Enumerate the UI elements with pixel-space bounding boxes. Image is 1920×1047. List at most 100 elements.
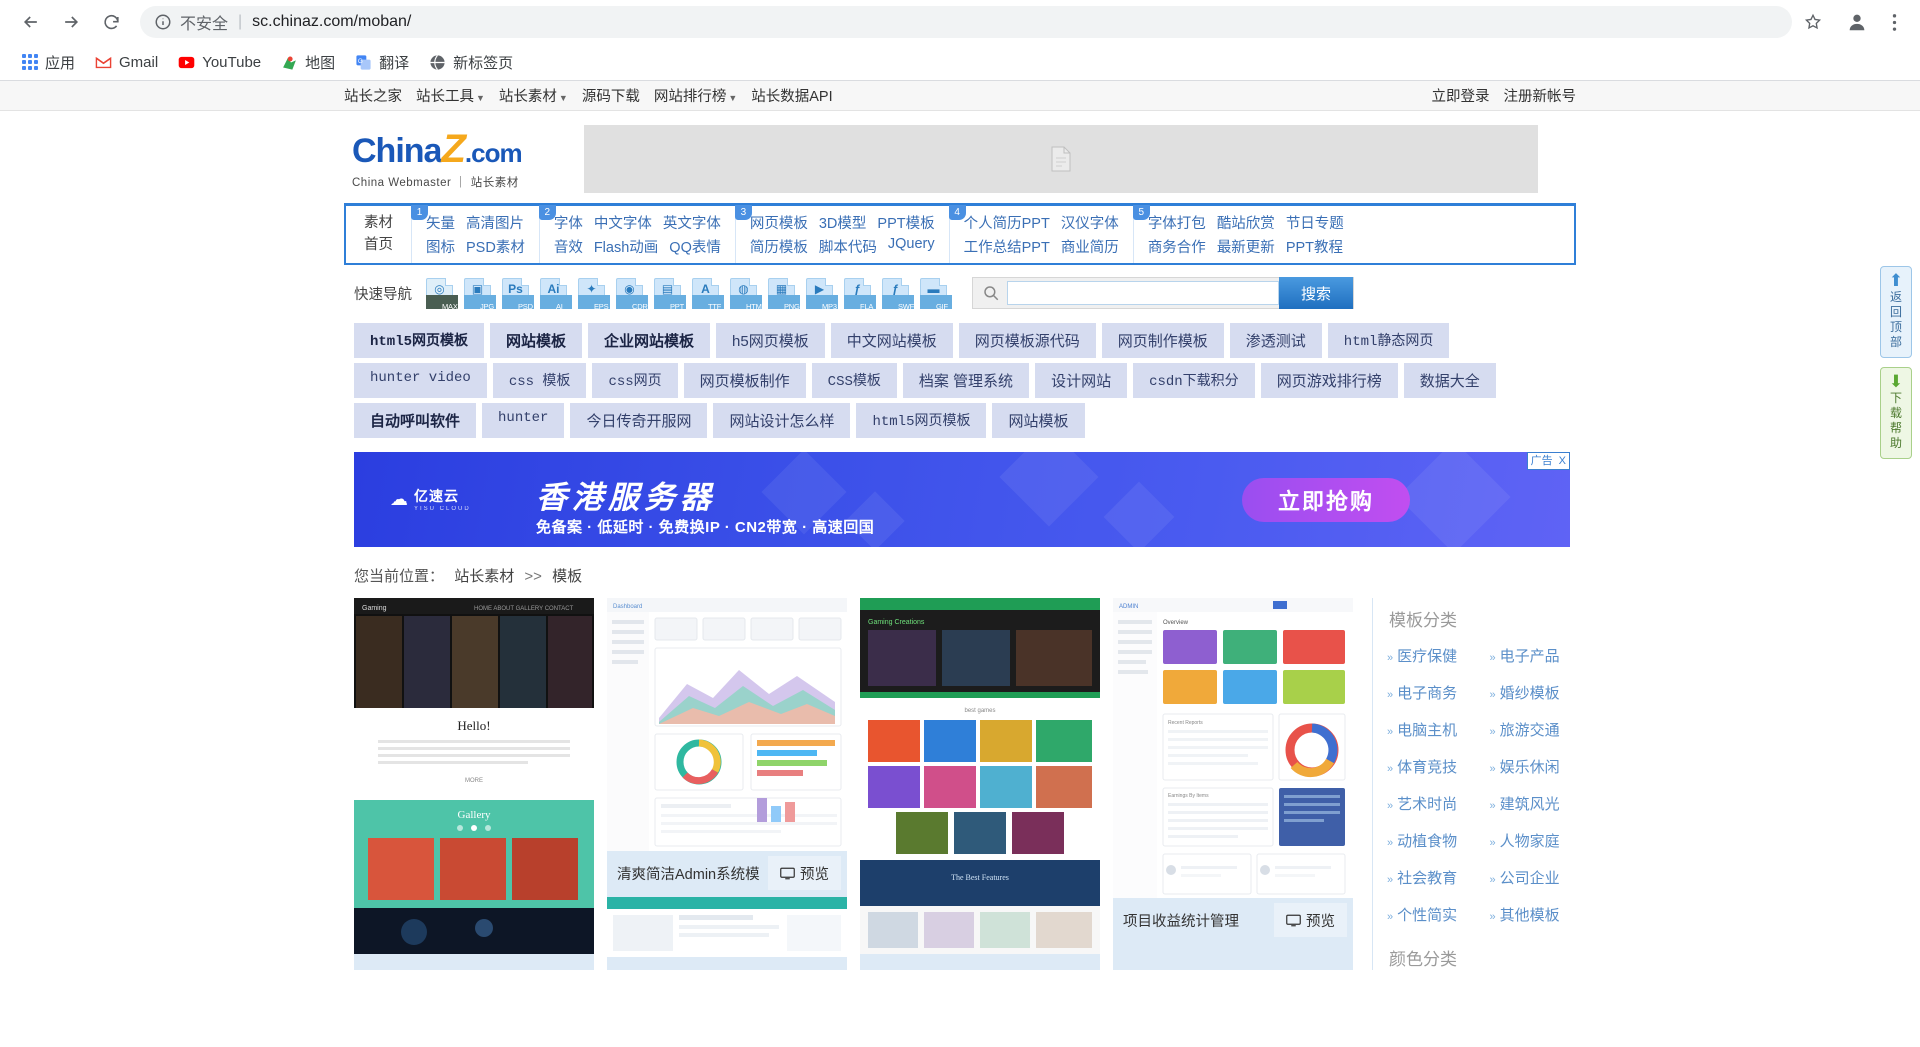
template-thumbnail[interactable]: Gaming HOME ABOUT GALLERY CONTACT Hello! (354, 598, 594, 954)
keyword-tag[interactable]: 网页模板源代码 (958, 323, 1096, 358)
keyword-tag[interactable]: css网页 (592, 363, 678, 398)
topnav-item-1[interactable]: 站长工具 ▼ (416, 85, 485, 106)
nav-link[interactable]: 高清图片 (466, 212, 524, 233)
keyword-tag[interactable]: 中文网站模板 (830, 323, 953, 358)
nav-link[interactable]: 图标 (426, 236, 455, 257)
profile-avatar-icon[interactable] (1842, 7, 1872, 37)
nav-link[interactable]: 音效 (554, 236, 583, 257)
topnav-item-2[interactable]: 站长素材 ▼ (499, 85, 568, 106)
template-thumbnail-next[interactable] (607, 897, 847, 957)
format-icon-ttf[interactable]: A TTF (692, 277, 724, 311)
sidebar-category[interactable]: 艺术时尚 (1387, 793, 1484, 814)
keyword-tag[interactable]: 网页游戏排行榜 (1260, 363, 1398, 398)
search-input[interactable] (1007, 281, 1279, 305)
format-icon-mp3[interactable]: ▶ MP3 (806, 277, 838, 311)
keyword-tag[interactable]: csdn下载积分 (1133, 363, 1255, 398)
topnav-item-3[interactable]: 源码下载 (582, 85, 640, 106)
nav-link[interactable]: 网页模板 (750, 212, 808, 233)
sidebar-category[interactable]: 社会教育 (1387, 867, 1484, 888)
sidebar-category[interactable]: 电子商务 (1387, 682, 1484, 703)
nav-link[interactable]: 3D模型 (819, 212, 867, 233)
nav-link[interactable]: PSD素材 (466, 236, 525, 257)
keyword-tag[interactable]: css 模板 (492, 363, 587, 398)
keyword-tag[interactable]: 数据大全 (1403, 363, 1496, 398)
nav-link[interactable]: 字体 (554, 212, 583, 233)
bookmark-gmail[interactable]: Gmail (87, 50, 166, 75)
back-to-top-button[interactable]: ⬆ 返回顶部 (1880, 266, 1912, 358)
keyword-tag[interactable]: 网站模板 (490, 323, 583, 358)
format-icon-gif[interactable]: ▬ GIF (920, 277, 952, 311)
template-thumbnail[interactable]: Dashboard (607, 598, 847, 851)
nav-link[interactable]: 商业简历 (1061, 236, 1119, 257)
download-help-button[interactable]: ⬇ 下载帮助 (1880, 367, 1912, 459)
search-button[interactable]: 搜索 (1279, 277, 1353, 309)
nav-link[interactable]: 中文字体 (594, 212, 652, 233)
sidebar-category[interactable]: 娱乐休闲 (1490, 756, 1587, 777)
template-card[interactable]: ADMIN Overview Recent Reports Earnings B… (1113, 598, 1353, 970)
nav-link[interactable]: 字体打包 (1148, 212, 1206, 233)
bookmark-newtab[interactable]: 新标签页 (421, 48, 521, 77)
template-card[interactable]: Gaming Creations best games The Best Fea… (860, 598, 1100, 970)
template-thumbnail[interactable]: ADMIN Overview Recent Reports Earnings B… (1113, 598, 1353, 898)
nav-link[interactable]: QQ表情 (669, 236, 721, 257)
format-icon-swf[interactable]: ƒ SWF (882, 277, 914, 311)
forward-button[interactable] (54, 5, 88, 39)
bookmark-maps[interactable]: 地图 (273, 48, 343, 77)
ad-close-control[interactable]: 广告 X (1526, 452, 1570, 470)
format-icon-psd[interactable]: Ps PSD (502, 277, 534, 311)
nav-link[interactable]: 汉仪字体 (1061, 212, 1119, 233)
sidebar-category[interactable]: 婚纱模板 (1490, 682, 1587, 703)
nav-link[interactable]: PPT模板 (877, 212, 934, 233)
sidebar-category[interactable]: 人物家庭 (1490, 830, 1587, 851)
keyword-tag[interactable]: html静态网页 (1327, 323, 1450, 358)
breadcrumb-root[interactable]: 站长素材 (454, 568, 514, 585)
format-icon-html[interactable]: ◍ HTML (730, 277, 766, 311)
nav-link[interactable]: 工作总结PPT (964, 236, 1050, 257)
ad-banner[interactable]: ☁ 亿速云 YISU CLOUD 香港服务器 免备案 · 低延时 · 免费换IP … (354, 452, 1570, 547)
template-card[interactable]: Dashboard 清爽简洁Admin系统模 预览 (607, 598, 847, 970)
sidebar-category[interactable]: 个性简实 (1387, 904, 1484, 925)
keyword-tag[interactable]: 网站模板 (992, 403, 1085, 438)
format-icon-max[interactable]: ◎ MAX (426, 277, 458, 311)
sidebar-category[interactable]: 动植食物 (1387, 830, 1484, 851)
sidebar-category[interactable]: 电子产品 (1490, 645, 1587, 666)
nav-link[interactable]: 个人简历PPT (964, 212, 1050, 233)
preview-button[interactable]: 预览 (1274, 903, 1347, 937)
keyword-tag[interactable]: 网页模板制作 (683, 363, 806, 398)
bookmark-youtube[interactable]: YouTube (170, 50, 269, 75)
format-icon-cdr[interactable]: ◉ CDR (616, 277, 648, 311)
nav-link[interactable]: 脚本代码 (819, 236, 877, 257)
keyword-tag[interactable]: 档案 管理系统 (902, 363, 1030, 398)
browser-menu-icon[interactable] (1882, 7, 1906, 37)
sidebar-category[interactable]: 体育竞技 (1387, 756, 1484, 777)
breadcrumb-current[interactable]: 模板 (552, 568, 582, 585)
keyword-tag[interactable]: 渗透测试 (1229, 323, 1322, 358)
nav-link[interactable]: 简历模板 (750, 236, 808, 257)
nav-link[interactable]: 商务合作 (1148, 236, 1206, 257)
login-link[interactable]: 立即登录 (1432, 85, 1490, 106)
format-icon-eps[interactable]: ✦ EPS (578, 277, 610, 311)
keyword-tag[interactable]: h5网页模板 (716, 323, 825, 358)
site-logo[interactable]: ChinaZ.com China Webmaster ｜ 站长素材 (344, 129, 554, 190)
sidebar-category[interactable]: 旅游交通 (1490, 719, 1587, 740)
keyword-tag[interactable]: 网站设计怎么样 (713, 403, 851, 438)
keyword-tag[interactable]: 网页制作模板 (1101, 323, 1224, 358)
header-ad-placeholder[interactable] (584, 125, 1538, 193)
sidebar-category[interactable]: 其他模板 (1490, 904, 1587, 925)
format-icon-jpg[interactable]: ▣ JPG (464, 277, 496, 311)
sidebar-category[interactable]: 医疗保健 (1387, 645, 1484, 666)
nav-link[interactable]: PPT教程 (1286, 236, 1343, 257)
topnav-item-4[interactable]: 网站排行榜 ▼ (654, 85, 737, 106)
nav-link[interactable]: Flash动画 (594, 236, 658, 257)
format-icon-png[interactable]: ▦ PNG (768, 277, 800, 311)
keyword-tag[interactable]: 今日传奇开服网 (570, 403, 708, 438)
keyword-tag[interactable]: hunter (482, 403, 565, 438)
register-link[interactable]: 注册新帐号 (1504, 85, 1577, 106)
keyword-tag[interactable]: 自动呼叫软件 (354, 403, 477, 438)
topnav-item-5[interactable]: 站长数据API (751, 85, 832, 106)
format-icon-ai[interactable]: Ai AI (540, 277, 572, 311)
keyword-tag[interactable]: hunter video (354, 363, 487, 398)
sidebar-category[interactable]: 电脑主机 (1387, 719, 1484, 740)
nav-link[interactable]: 节日专题 (1286, 212, 1344, 233)
nav-link[interactable]: JQuery (888, 236, 935, 257)
